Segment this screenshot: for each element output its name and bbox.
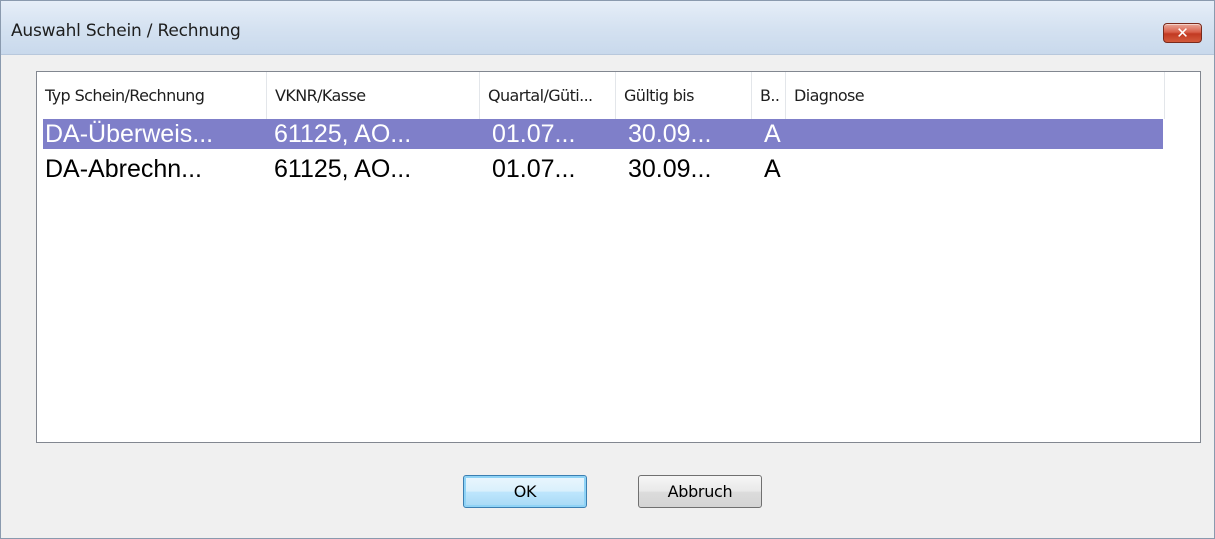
column-header-vknr[interactable]: VKNR/Kasse — [267, 72, 480, 119]
cell-vknr: 61125, AO... — [274, 120, 412, 148]
list-row-1[interactable]: DA-Überweis... 61125, AO... 01.07... 30.… — [37, 119, 1200, 149]
selection-list[interactable]: Typ Schein/Rechnung VKNR/Kasse Quartal/G… — [36, 71, 1201, 443]
column-header-gueltig-bis[interactable]: Gültig bis — [616, 72, 752, 119]
cell-b: A — [764, 155, 781, 183]
cell-typ: DA-Überweis... — [45, 120, 214, 148]
close-icon: ✕ — [1176, 24, 1189, 42]
column-header-quartal[interactable]: Quartal/Güti... — [480, 72, 616, 119]
cell-gueltig-bis: 30.09... — [628, 120, 712, 148]
cell-vknr: 61125, AO... — [274, 155, 412, 183]
cell-quartal: 01.07... — [492, 120, 576, 148]
cell-b: A — [764, 120, 781, 148]
dialog-title: Auswahl Schein / Rechnung — [11, 21, 241, 41]
list-row-2[interactable]: DA-Abrechn... 61125, AO... 01.07... 30.0… — [37, 154, 1200, 184]
dialog-window: Auswahl Schein / Rechnung ✕ Typ Schein/R… — [0, 0, 1215, 539]
title-bar[interactable]: Auswahl Schein / Rechnung ✕ — [1, 1, 1214, 55]
cell-typ: DA-Abrechn... — [45, 155, 203, 183]
cancel-button[interactable]: Abbruch — [638, 475, 762, 508]
list-header: Typ Schein/Rechnung VKNR/Kasse Quartal/G… — [37, 72, 1200, 119]
cell-quartal: 01.07... — [492, 155, 576, 183]
column-header-diagnose[interactable]: Diagnose — [786, 72, 1165, 119]
ok-button[interactable]: OK — [463, 475, 587, 508]
cell-gueltig-bis: 30.09... — [628, 155, 712, 183]
close-button[interactable]: ✕ — [1163, 23, 1202, 43]
column-header-b[interactable]: B.. — [752, 72, 786, 119]
column-header-typ[interactable]: Typ Schein/Rechnung — [37, 72, 267, 119]
